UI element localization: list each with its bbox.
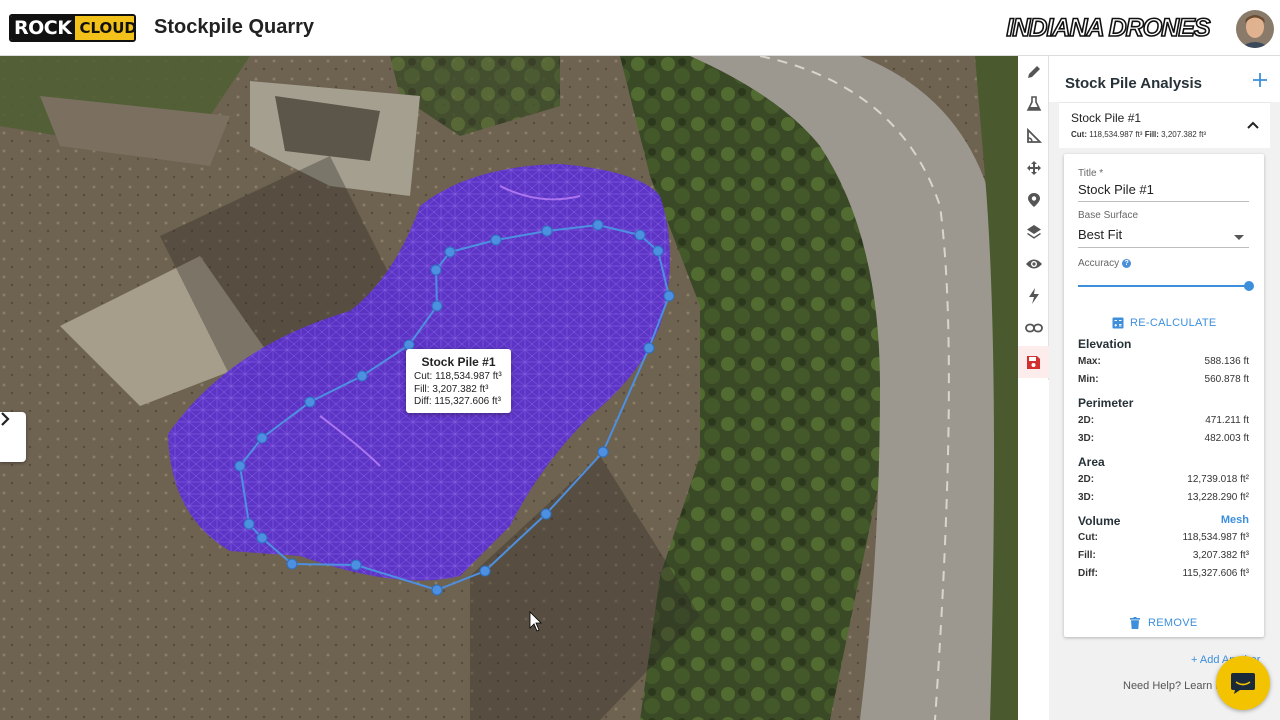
accuracy-slider[interactable] — [1078, 285, 1249, 287]
stockpile-summary: Cut: 118,534.987 ft³ Fill: 3,207.382 ft³ — [1071, 130, 1206, 139]
logo-cloud-text: CLOUD — [75, 16, 134, 40]
base-surface-select[interactable]: Best Fit — [1078, 227, 1122, 242]
need-help-link[interactable]: Need Help? Learn M — [1123, 680, 1225, 692]
stockpile-panel: Stock Pile Analysis Stock Pile #1 Cut: 1… — [1049, 56, 1280, 720]
remove-label: REMOVE — [1148, 617, 1198, 629]
chevron-right-icon — [1, 412, 10, 426]
angle-tool-button[interactable] — [1018, 120, 1049, 152]
title-field-underline — [1078, 201, 1249, 202]
recalculate-button[interactable]: RE-CALCULATE — [1112, 315, 1217, 331]
stockpile-details-card: Title * Stock Pile #1 Base Surface Best … — [1064, 154, 1264, 637]
area-2d-label: 2D: — [1078, 474, 1095, 485]
chat-bubble-icon — [1231, 673, 1255, 694]
perimeter-2d-value: 471.211 ft — [1205, 415, 1249, 426]
share-link-button[interactable] — [1018, 312, 1049, 344]
add-stockpile-icon[interactable] — [1251, 71, 1269, 89]
save-icon — [1027, 355, 1040, 369]
calculator-icon — [1112, 317, 1124, 329]
save-button[interactable] — [1018, 346, 1049, 378]
tooltip-cut: Cut: 118,534.987 ft³ — [414, 371, 502, 382]
volume-fill-value: 3,207.382 ft³ — [1192, 550, 1249, 561]
help-icon[interactable]: ? — [1122, 259, 1132, 268]
project-title: Stockpile Quarry — [154, 16, 315, 38]
tooltip-fill: Fill: 3,207.382 ft³ — [414, 383, 489, 395]
chat-support-button[interactable] — [1216, 656, 1270, 710]
tool-rail — [1018, 56, 1049, 380]
elevation-title: Elevation — [1078, 337, 1132, 351]
top-bar: ROCK CLOUD Stockpile Quarry INDIANA DRON… — [0, 0, 1280, 56]
summary-fill-value: 3,207.382 ft³ — [1161, 130, 1207, 139]
rockcloud-logo[interactable]: ROCK CLOUD — [9, 14, 136, 42]
perimeter-title: Perimeter — [1078, 396, 1134, 410]
perimeter-3d-label: 3D: — [1078, 433, 1095, 444]
stockpile-tooltip: Stock Pile #1 Cut: 118,534.987 ft³ Fill:… — [406, 349, 511, 413]
volume-tool-button[interactable] — [1018, 88, 1049, 120]
brand-text: INDIANA DRONES — [1006, 14, 1210, 42]
elevation-max-label: Max: — [1078, 356, 1101, 367]
accuracy-label-text: Accuracy — [1078, 258, 1120, 269]
pencil-icon — [1027, 66, 1040, 78]
title-field-label: Title * — [1078, 168, 1104, 179]
link-icon — [1024, 323, 1043, 333]
elevation-min-value: 560.878 ft — [1204, 374, 1249, 385]
trash-icon — [1130, 617, 1140, 629]
location-tool-button[interactable] — [1018, 184, 1049, 216]
volume-diff-value: 115,327.606 ft³ — [1182, 568, 1249, 579]
dropdown-arrow-icon[interactable] — [1234, 235, 1244, 240]
tooltip-diff: Diff: 115,327.606 ft³ — [414, 396, 501, 407]
move-icon — [1026, 161, 1041, 175]
tooltip-title: Stock Pile #1 — [421, 355, 496, 369]
summary-cut-label: Cut: — [1071, 130, 1087, 139]
eye-icon — [1025, 259, 1042, 269]
map-view[interactable]: Stock Pile #1 Cut: 118,534.987 ft³ Fill:… — [0, 56, 1018, 720]
remove-button[interactable]: REMOVE — [1130, 615, 1197, 631]
draw-tool-button[interactable] — [1018, 56, 1049, 88]
layers-icon — [1026, 225, 1041, 239]
area-2d-value: 12,739.018 ft² — [1187, 474, 1249, 485]
elevation-max-value: 588.136 ft — [1204, 356, 1249, 367]
layers-tool-button[interactable] — [1018, 216, 1049, 248]
volume-cut-value: 118,534.987 ft³ — [1182, 532, 1249, 543]
flash-tool-button[interactable] — [1018, 280, 1049, 312]
logo-rock-text: ROCK — [11, 16, 76, 40]
volume-cut-label: Cut: — [1078, 532, 1098, 543]
panel-header: Stock Pile Analysis — [1049, 56, 1280, 102]
panel-title: Stock Pile Analysis — [1065, 75, 1203, 92]
expand-left-panel-button[interactable] — [0, 412, 26, 462]
title-field[interactable]: Stock Pile #1 — [1078, 182, 1154, 197]
area-title: Area — [1078, 455, 1105, 469]
move-tool-button[interactable] — [1018, 152, 1049, 184]
location-pin-icon — [1027, 193, 1040, 207]
area-3d-label: 3D: — [1078, 492, 1095, 503]
app-root: ROCK CLOUD Stockpile Quarry INDIANA DRON… — [0, 0, 1280, 720]
area-3d-value: 13,228.290 ft² — [1187, 492, 1249, 503]
chevron-up-icon[interactable] — [1246, 118, 1260, 132]
volume-mode-toggle[interactable]: Mesh — [1221, 514, 1249, 526]
volume-title: Volume — [1078, 514, 1121, 528]
indiana-drones-logo: INDIANA DRONES — [1006, 13, 1212, 43]
lightning-icon — [1028, 288, 1039, 304]
accuracy-slider-handle[interactable] — [1244, 281, 1254, 291]
elevation-min-label: Min: — [1078, 374, 1099, 385]
accuracy-label: Accuracy? — [1078, 258, 1132, 269]
base-surface-label: Base Surface — [1078, 210, 1139, 221]
base-surface-underline — [1078, 247, 1249, 248]
summary-fill-label: Fill: — [1144, 130, 1159, 139]
user-avatar[interactable] — [1236, 10, 1274, 48]
recalculate-label: RE-CALCULATE — [1130, 317, 1217, 329]
visibility-tool-button[interactable] — [1018, 248, 1049, 280]
angle-ruler-icon — [1026, 128, 1042, 143]
perimeter-2d-label: 2D: — [1078, 415, 1095, 426]
stockpile-name: Stock Pile #1 — [1071, 111, 1142, 125]
perimeter-3d-value: 482.003 ft — [1204, 433, 1249, 444]
volume-fill-label: Fill: — [1078, 550, 1096, 561]
flask-icon — [1026, 96, 1041, 111]
volume-diff-label: Diff: — [1078, 568, 1098, 579]
summary-cut-value: 118,534.987 ft³ — [1089, 130, 1143, 139]
stockpile-item-header[interactable]: Stock Pile #1 Cut: 118,534.987 ft³ Fill:… — [1059, 102, 1270, 148]
